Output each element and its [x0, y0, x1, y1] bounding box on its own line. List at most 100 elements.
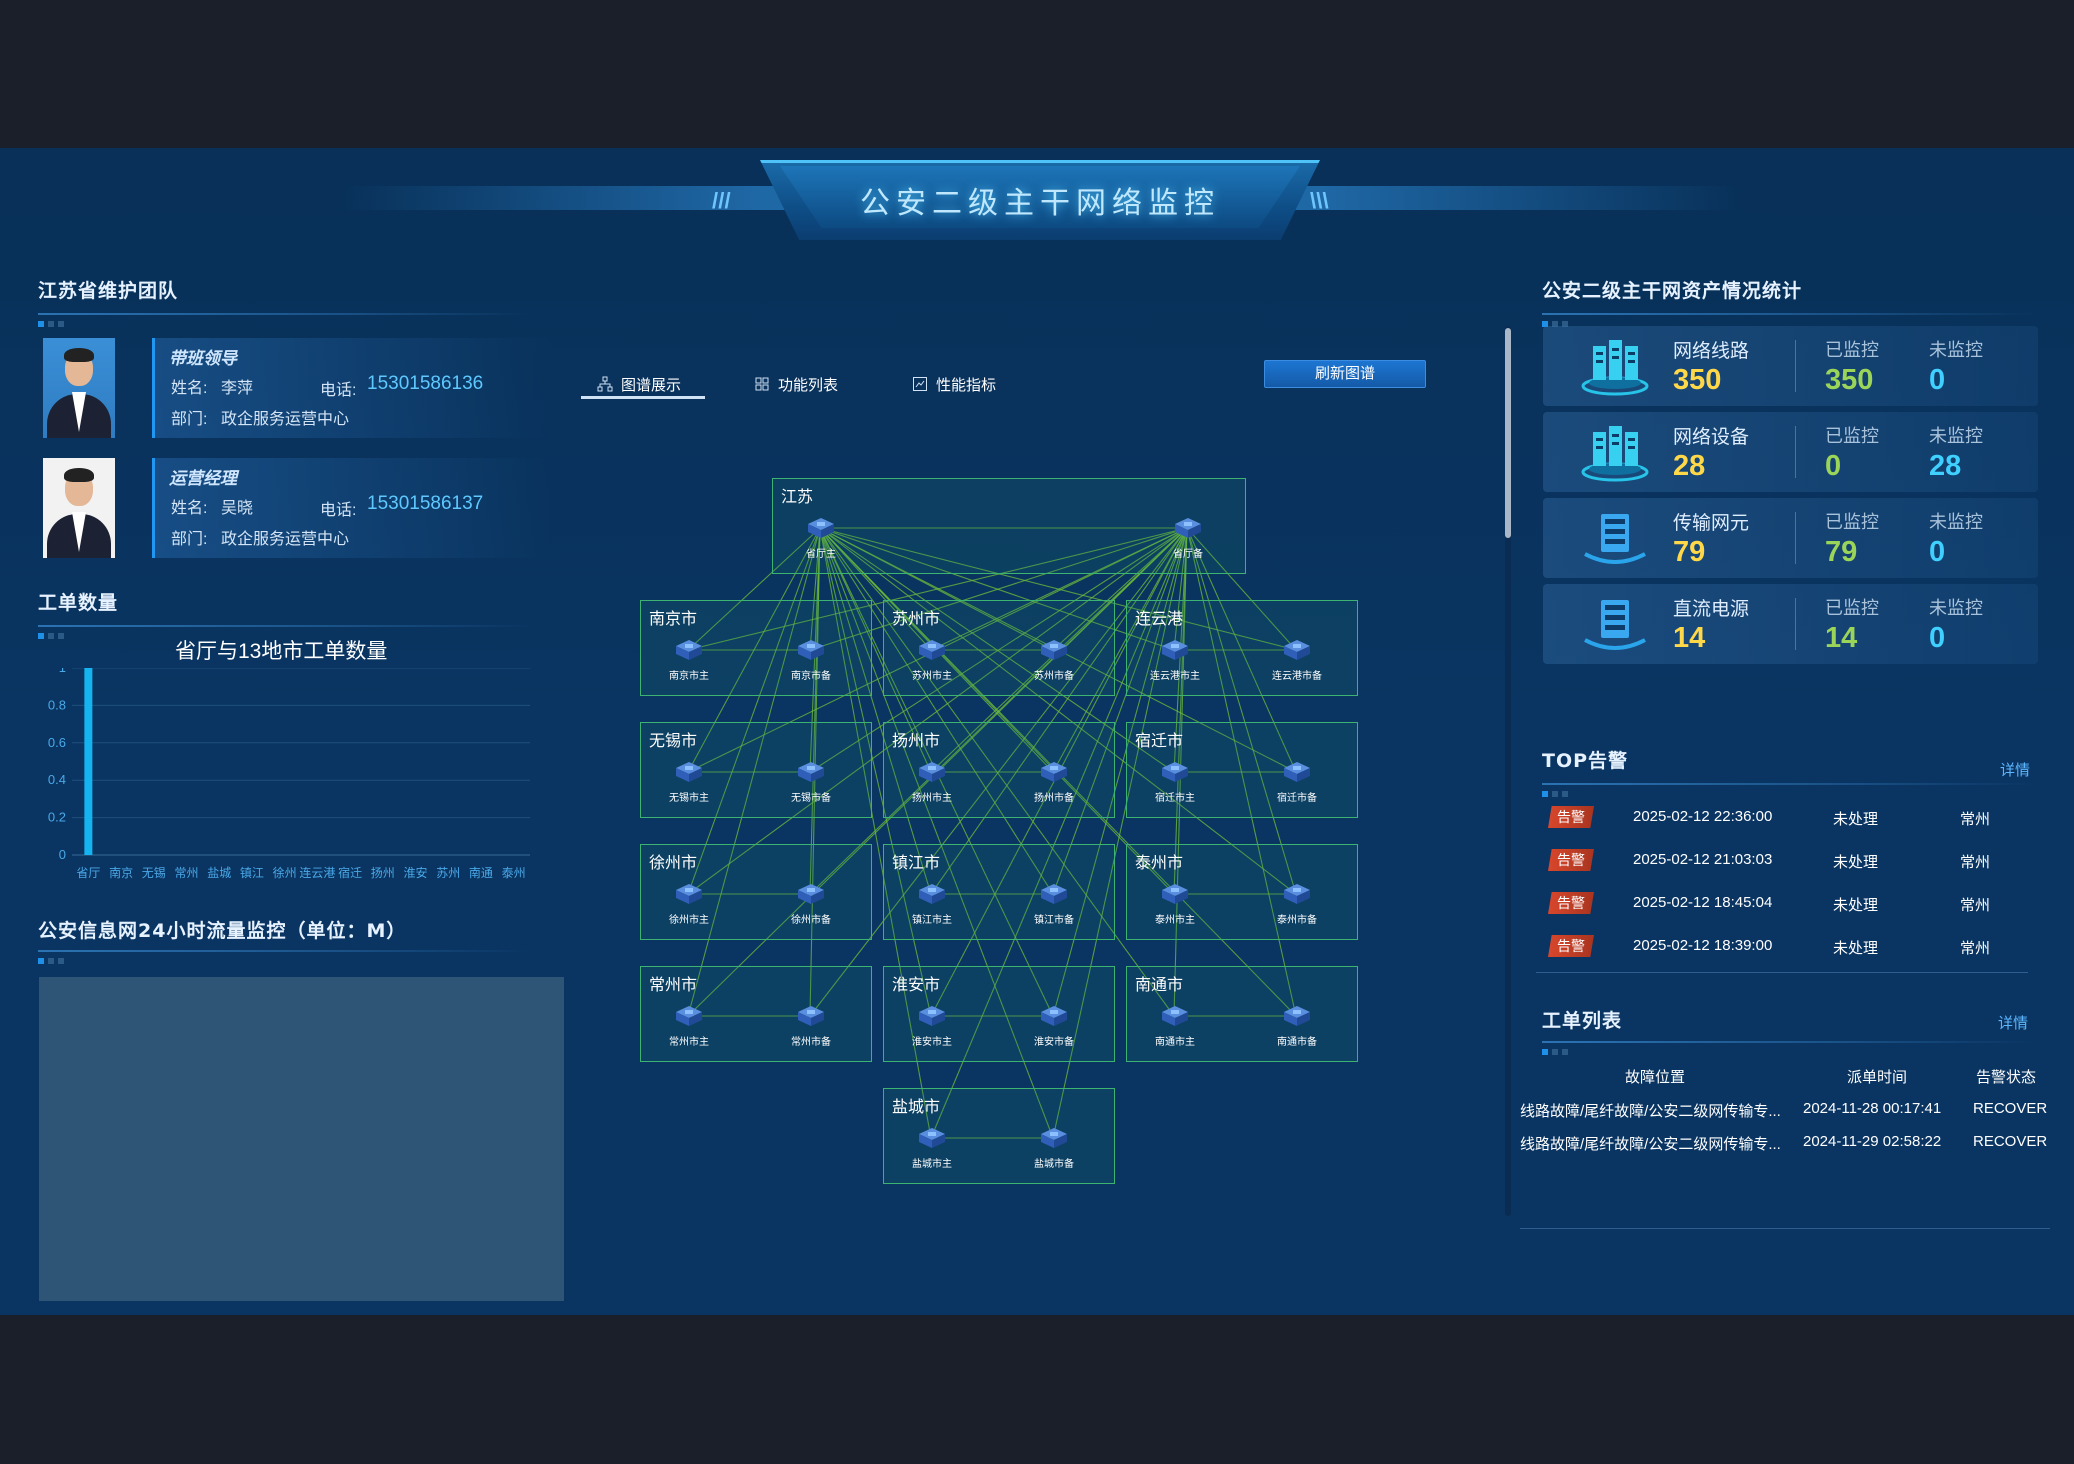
device-label: 连云港市主: [1150, 671, 1200, 682]
router-icon: [1041, 762, 1067, 782]
asset-divider: [1795, 426, 1796, 478]
network-device[interactable]: 淮安市备: [1024, 1003, 1084, 1048]
node-jiangsu[interactable]: 江苏省厅主 省厅备: [772, 478, 1246, 574]
network-device[interactable]: 南京市备: [781, 637, 841, 682]
network-device[interactable]: 泰州市备: [1267, 881, 1327, 926]
router-icon: [1284, 884, 1310, 904]
device-label: 常州市备: [791, 1037, 831, 1048]
monitored-value: 79: [1825, 536, 1858, 568]
network-device[interactable]: 镇江市主: [902, 881, 962, 926]
network-device[interactable]: 南通市主: [1145, 1003, 1205, 1048]
alarm-time: 2025-02-12 18:45:04: [1633, 894, 1773, 911]
node-city[interactable]: 无锡市 无锡市主 无锡市备: [640, 722, 872, 818]
network-device[interactable]: 常州市主: [659, 1003, 719, 1048]
node-title: 淮安市: [892, 977, 941, 994]
network-device[interactable]: 扬州市备: [1024, 759, 1084, 804]
asset-divider: [1795, 340, 1796, 392]
network-device[interactable]: 无锡市备: [781, 759, 841, 804]
node-city[interactable]: 南通市 南通市主 南通市备: [1126, 966, 1358, 1062]
workorder-detail-link[interactable]: 详情: [1998, 1012, 2028, 1033]
network-device[interactable]: 苏州市备: [1024, 637, 1084, 682]
network-device[interactable]: 徐州市备: [781, 881, 841, 926]
network-device[interactable]: 镇江市备: [1024, 881, 1084, 926]
asset-total: 14: [1673, 622, 1706, 654]
leader-phone[interactable]: 15301586136: [367, 373, 483, 395]
network-device[interactable]: 盐城市备: [1024, 1125, 1084, 1170]
scrollbar-thumb[interactable]: [1505, 328, 1511, 538]
device-label: 扬州市主: [912, 793, 952, 804]
asset-card[interactable]: 网络线路 350 已监控 350 未监控 0: [1543, 326, 2038, 406]
phone-label: 电话:: [320, 502, 357, 519]
network-device[interactable]: 南通市备: [1267, 1003, 1327, 1048]
device-label: 连云港市备: [1272, 671, 1322, 682]
router-icon: [676, 1006, 702, 1026]
chart-bar[interactable]: [84, 668, 93, 855]
network-device[interactable]: 连云港市主: [1145, 637, 1205, 682]
network-device[interactable]: 常州市备: [781, 1003, 841, 1048]
router-icon: [798, 1006, 824, 1026]
leader-phone[interactable]: 15301586137: [367, 493, 483, 515]
leader-name: 吴晓: [221, 500, 254, 517]
node-city[interactable]: 连云港 连云港市主 连云港市备: [1126, 600, 1358, 696]
node-title: 镇江市: [892, 855, 941, 872]
alarm-row[interactable]: 告警 2025-02-12 18:39:00 未处理 常州: [1548, 931, 2038, 961]
network-device[interactable]: 宿迁市主: [1145, 759, 1205, 804]
node-city[interactable]: 淮安市淮安市主 淮安市备: [883, 966, 1115, 1062]
alarm-divider: [1536, 972, 2028, 973]
refresh-topology-button[interactable]: 刷新图谱: [1264, 360, 1426, 388]
leader-dept: 政企服务运营中心: [221, 531, 350, 548]
network-device[interactable]: 连云港市备: [1267, 637, 1327, 682]
node-city[interactable]: 镇江市镇江市主 镇江市备: [883, 844, 1115, 940]
network-device[interactable]: 苏州市主: [902, 637, 962, 682]
topology-link: [819, 527, 1297, 895]
node-city[interactable]: 南京市南京市主 南京市备: [640, 600, 872, 696]
team-title-rule: [38, 313, 533, 315]
network-device[interactable]: 徐州市主: [659, 881, 719, 926]
device-label: 南通市主: [1155, 1037, 1195, 1048]
traffic-title: 公安信息网24小时流量监控（单位：M）: [38, 920, 407, 942]
node-title: 苏州市: [892, 611, 941, 628]
router-icon: [1175, 518, 1201, 538]
leader-card-1: 带班领导 姓名: 李萍 电话: 15301586136 部门: 政企服务运营中心: [40, 338, 552, 442]
network-device[interactable]: 泰州市主: [1145, 881, 1205, 926]
monitored-label: 已监控: [1825, 340, 1879, 360]
alarm-status: 未处理: [1833, 897, 1879, 914]
asset-card[interactable]: 直流电源 14 已监控 14 未监控 0: [1543, 584, 2038, 664]
network-device[interactable]: 无锡市主: [659, 759, 719, 804]
network-device[interactable]: 扬州市主: [902, 759, 962, 804]
network-device[interactable]: 省厅主: [791, 515, 851, 560]
node-city[interactable]: 苏州市苏州市主 苏州市备: [883, 600, 1115, 696]
node-title: 江苏: [781, 489, 814, 506]
alarm-time: 2025-02-12 18:39:00: [1633, 937, 1773, 954]
node-city[interactable]: 常州市 常州市主 常州市备: [640, 966, 872, 1062]
alarm-row[interactable]: 告警 2025-02-12 18:45:04 未处理 常州: [1548, 888, 2038, 918]
tab-function-list[interactable]: 功能列表: [754, 364, 838, 404]
network-device[interactable]: 宿迁市备: [1267, 759, 1327, 804]
node-city[interactable]: 扬州市 扬州市主 扬州市备: [883, 722, 1115, 818]
wo-time: 2024-11-29 02:58:22: [1803, 1133, 1942, 1150]
assets-title-rule: [1542, 313, 2037, 315]
traffic-title-rule: [38, 950, 533, 952]
router-icon: [1162, 762, 1188, 782]
node-title: 南京市: [649, 611, 698, 628]
alarm-row[interactable]: 告警 2025-02-12 22:36:00 未处理 常州: [1548, 802, 2038, 832]
node-city[interactable]: 徐州市 徐州市主 徐州市备: [640, 844, 872, 940]
wo-location: 线路故障/尾纤故障/公安二级网传输专...: [1520, 1136, 1781, 1153]
network-device[interactable]: 盐城市主: [902, 1125, 962, 1170]
alarm-row[interactable]: 告警 2025-02-12 21:03:03 未处理 常州: [1548, 845, 2038, 875]
asset-card[interactable]: 网络设备 28 已监控 0 未监控 28: [1543, 412, 2038, 492]
network-device[interactable]: 淮安市主: [902, 1003, 962, 1048]
node-city[interactable]: 盐城市 盐城市主 盐城市备: [883, 1088, 1115, 1184]
device-label: 常州市主: [669, 1037, 709, 1048]
node-city[interactable]: 泰州市 泰州市主 泰州市备: [1126, 844, 1358, 940]
topology-link: [687, 527, 1188, 895]
node-city[interactable]: 宿迁市 宿迁市主 宿迁市备: [1126, 722, 1358, 818]
network-device[interactable]: 省厅备: [1158, 515, 1218, 560]
device-label: 南通市备: [1277, 1037, 1317, 1048]
alarm-detail-link[interactable]: 详情: [2000, 759, 2030, 780]
alarm-title-rule: [1542, 783, 2037, 785]
tab-performance[interactable]: 性能指标: [912, 364, 996, 404]
workorder-divider: [1520, 1228, 2050, 1229]
network-device[interactable]: 南京市主: [659, 637, 719, 682]
asset-card[interactable]: 传输网元 79 已监控 79 未监控 0: [1543, 498, 2038, 578]
